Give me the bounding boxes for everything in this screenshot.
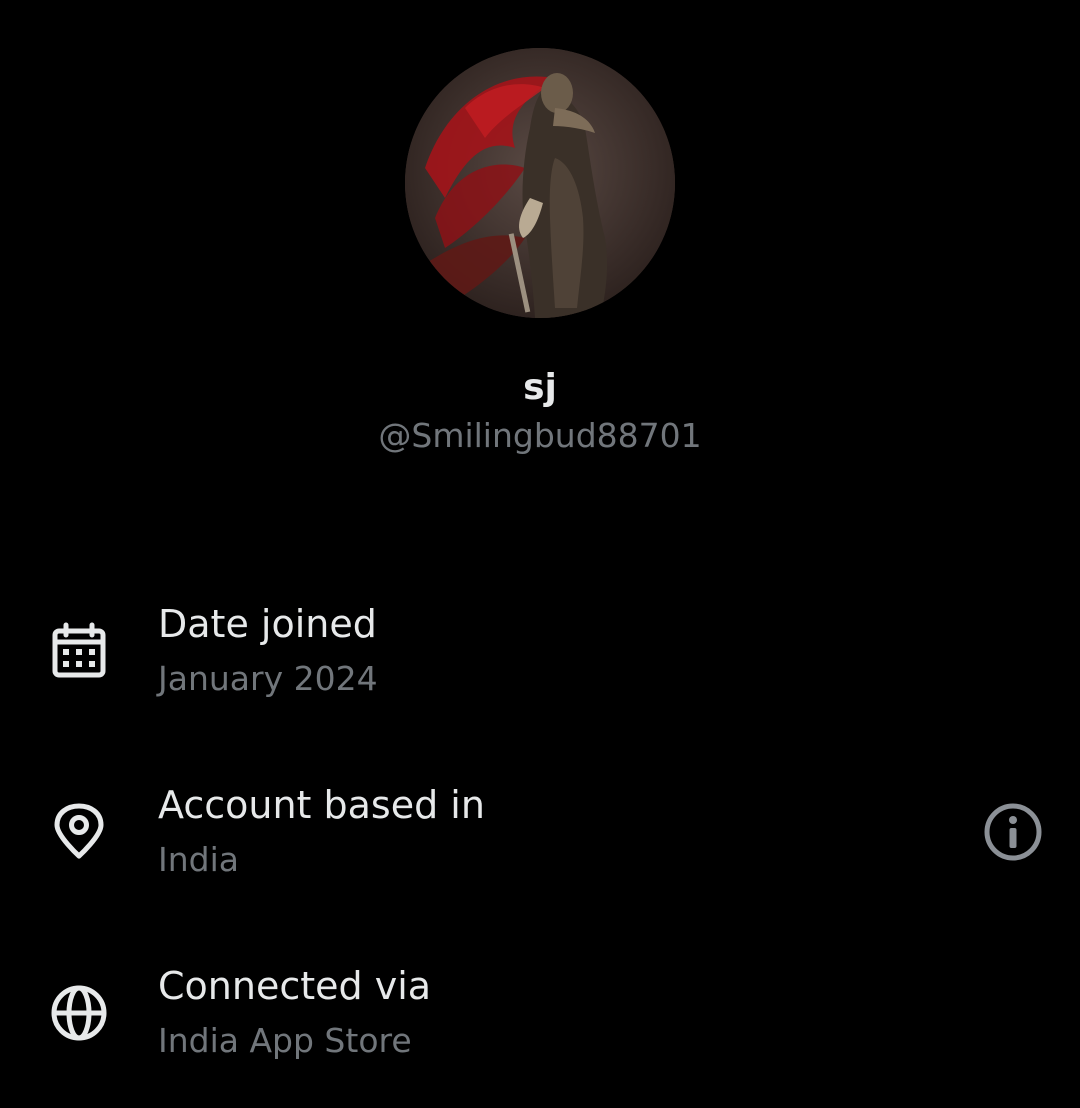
display-name: sj <box>523 367 557 408</box>
detail-row-date-joined: Date joined January 2024 <box>0 600 1080 730</box>
avatar-image <box>405 48 675 318</box>
detail-label: Account based in <box>158 783 485 827</box>
avatar[interactable] <box>405 48 675 318</box>
location-pin-icon <box>50 803 108 861</box>
info-button[interactable] <box>982 801 1044 863</box>
detail-value: January 2024 <box>158 659 378 698</box>
detail-row-account-based-in: Account based in India <box>0 781 1080 911</box>
calendar-icon <box>50 622 108 680</box>
user-handle: @Smilingbud88701 <box>378 416 702 455</box>
detail-value: India App Store <box>158 1021 412 1060</box>
detail-row-connected-via: Connected via India App Store <box>0 962 1080 1092</box>
detail-label: Date joined <box>158 602 377 646</box>
detail-value: India <box>158 840 239 879</box>
info-icon <box>984 803 1042 861</box>
globe-icon <box>50 984 108 1042</box>
detail-label: Connected via <box>158 964 432 1008</box>
